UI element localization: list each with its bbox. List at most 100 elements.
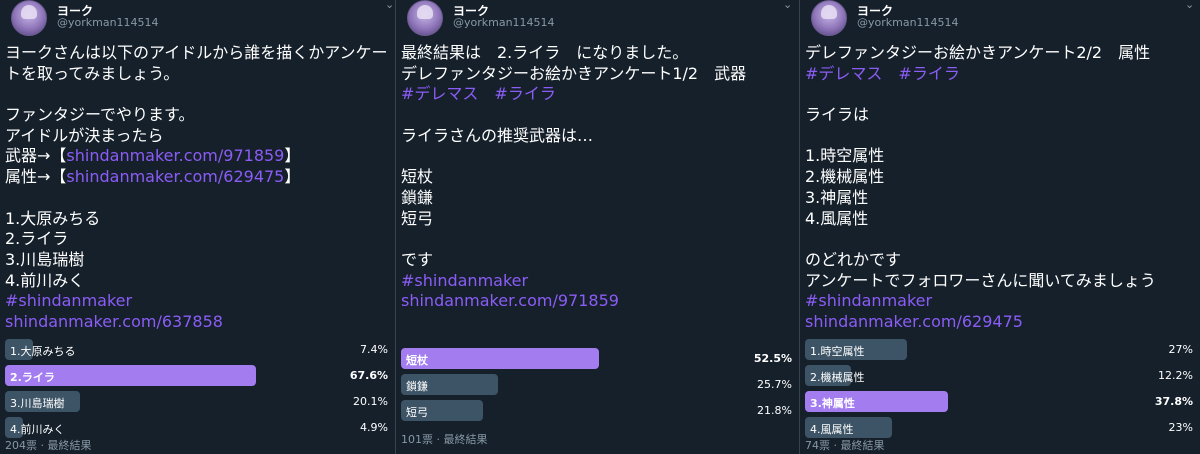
text-span: アンケートでフォロワーさんに聞いてみましょう [805, 270, 1156, 290]
poll-option: 2.ライラ 67.6% [5, 363, 388, 389]
poll-option: 鎖鎌 25.7% [401, 372, 792, 398]
avatar[interactable] [407, 0, 443, 36]
chevron-down-icon[interactable]: ⌄ [1185, 0, 1194, 11]
poll: 1.時空属性 27% 2.機械属性 12.2% 3.神属性 37.8% 4.風属性 23% [805, 337, 1193, 441]
poll-option-label: 短杖 [406, 354, 428, 367]
text-span: ファンタジーでやります。 [5, 105, 195, 125]
poll-option: 短弓 21.8% [401, 398, 792, 424]
text-line: 4.前川みく [5, 271, 388, 292]
link[interactable]: shindanmaker.com/637858 [5, 312, 223, 331]
text-span: 武器→【 [5, 146, 67, 166]
tweet-screenshot-collage: ヨーク @yorkman114514 ⌄ ヨークさんは以下のアイドルから誰を描くかアン… [0, 0, 1200, 454]
tweet-header: ヨーク @yorkman114514 ⌄ [805, 0, 1195, 40]
text-span: デレファンタジーお絵かきアンケート1/2 武器 [401, 63, 747, 83]
link[interactable]: #shindanmaker [5, 291, 132, 310]
text-line [401, 229, 746, 250]
text-line [805, 84, 1156, 105]
text-span: アイドルが決まったら [5, 125, 164, 145]
link[interactable]: shindanmaker.com/971859 [401, 291, 619, 310]
text-span: ライラは [805, 105, 870, 125]
poll-option-label: 1.大原みちる [10, 345, 76, 358]
text-line: 2.ライラ [5, 229, 388, 250]
text-line: #shindanmaker [5, 291, 388, 312]
text-line: 4.風属性 [805, 209, 1156, 230]
poll-option-label: 2.機械属性 [810, 371, 865, 384]
avatar[interactable] [11, 0, 47, 36]
text-line: です [401, 250, 746, 271]
text-span: トを取ってみましょう。 [5, 63, 180, 83]
poll-option-label: 1.時空属性 [810, 345, 865, 358]
text-line [805, 126, 1156, 147]
link[interactable]: shindanmaker.com/971859 [66, 146, 284, 165]
text-line: ヨークさんは以下のアイドルから誰を描くかアンケー [5, 43, 388, 64]
text-span: 鎖鎌 [401, 187, 434, 207]
text-span: 短杖 [401, 167, 434, 187]
tweet-header: ヨーク @yorkman114514 ⌄ [401, 0, 794, 40]
tweet-text: ヨークさんは以下のアイドルから誰を描くかアンケー トを取ってみましょう。 ファンタジ… [5, 43, 388, 333]
text-line: トを取ってみましょう。 [5, 64, 388, 85]
text-span: 短弓 [401, 208, 434, 228]
poll-option: 3.神属性 37.8% [805, 389, 1193, 415]
poll-bar [401, 348, 599, 369]
chevron-down-icon[interactable]: ⌄ [385, 0, 394, 11]
text-span: 1.大原みちる [5, 208, 101, 228]
poll-option: 短杖 52.5% [401, 346, 792, 372]
text-span: 4.風属性 [805, 208, 869, 228]
text-span: 2.ライラ [5, 229, 69, 249]
text-span: 】 [284, 167, 301, 187]
poll: 短杖 52.5% 鎖鎌 25.7% 短弓 21.8% [401, 346, 792, 424]
text-line: 短杖 [401, 167, 746, 188]
user-handle[interactable]: @yorkman114514 [453, 16, 555, 29]
text-span: 2.機械属性 [805, 167, 885, 187]
poll-option-label: 鎖鎌 [406, 380, 428, 393]
text-line: ライラさんの推奨武器は… [401, 126, 746, 147]
text-line: 1.大原みちる [5, 209, 388, 230]
poll-percent: 7.4% [360, 343, 388, 356]
poll-percent: 20.1% [353, 395, 388, 408]
poll-percent: 4.9% [360, 421, 388, 434]
user-handle[interactable]: @yorkman114514 [57, 16, 159, 29]
text-span: 1.時空属性 [805, 146, 885, 166]
text-span: デレファンタジーお絵かきアンケート2/2 属性 [805, 43, 1151, 62]
text-span: 4.前川みく [5, 270, 85, 290]
text-line: のどれかです [805, 250, 1156, 271]
poll-option-label: 3.川島瑞樹 [10, 397, 65, 410]
tweet-header: ヨーク @yorkman114514 ⌄ [5, 0, 394, 40]
text-span: 属性→【 [5, 167, 67, 187]
text-line: 武器→【shindanmaker.com/971859】 [5, 146, 388, 167]
link[interactable]: #デレマス #ライラ [805, 64, 960, 83]
link[interactable]: shindanmaker.com/629475 [805, 312, 1023, 331]
poll: 1.大原みちる 7.4% 2.ライラ 67.6% 3.川島瑞樹 20.1% 4.前川みく 4.… [5, 337, 388, 441]
text-span: ヨークさんは以下のアイドルから誰を描くかアンケー [5, 43, 388, 62]
poll-percent: 52.5% [753, 352, 792, 365]
text-span: のどれかです [805, 249, 902, 269]
text-line: 3.川島瑞樹 [5, 250, 388, 271]
text-line: #デレマス #ライラ [401, 84, 746, 105]
link[interactable]: #shindanmaker [401, 271, 528, 290]
poll-percent: 23% [1168, 421, 1193, 434]
text-line: 短弓 [401, 209, 746, 230]
poll-footer: 74票 · 最終結果 [805, 439, 885, 452]
poll-option: 1.時空属性 27% [805, 337, 1193, 363]
text-line [5, 188, 388, 209]
poll-percent: 21.8% [757, 404, 792, 417]
poll-option: 3.川島瑞樹 20.1% [5, 389, 388, 415]
poll-percent: 27% [1168, 343, 1193, 356]
avatar[interactable] [811, 0, 847, 36]
user-handle[interactable]: @yorkman114514 [857, 16, 959, 29]
poll-option: 1.大原みちる 7.4% [5, 337, 388, 363]
tweet-card: ヨーク @yorkman114514 ⌄ デレファンタジーお絵かきアンケート2/2 属… [800, 0, 1200, 454]
text-line [805, 229, 1156, 250]
text-line: 2.機械属性 [805, 167, 1156, 188]
text-line: アイドルが決まったら [5, 126, 388, 147]
poll-option-label: 短弓 [406, 406, 428, 419]
text-span: です [401, 249, 434, 269]
poll-option: 2.機械属性 12.2% [805, 363, 1193, 389]
link[interactable]: shindanmaker.com/629475 [66, 167, 284, 186]
text-span: 最終結果は 2.ライラ になりました。 [401, 43, 689, 62]
poll-footer: 101票 · 最終結果 [401, 433, 488, 446]
chevron-down-icon[interactable]: ⌄ [783, 0, 792, 11]
text-line: shindanmaker.com/629475 [805, 312, 1156, 333]
link[interactable]: #デレマス #ライラ [401, 84, 556, 103]
link[interactable]: #shindanmaker [805, 291, 932, 310]
